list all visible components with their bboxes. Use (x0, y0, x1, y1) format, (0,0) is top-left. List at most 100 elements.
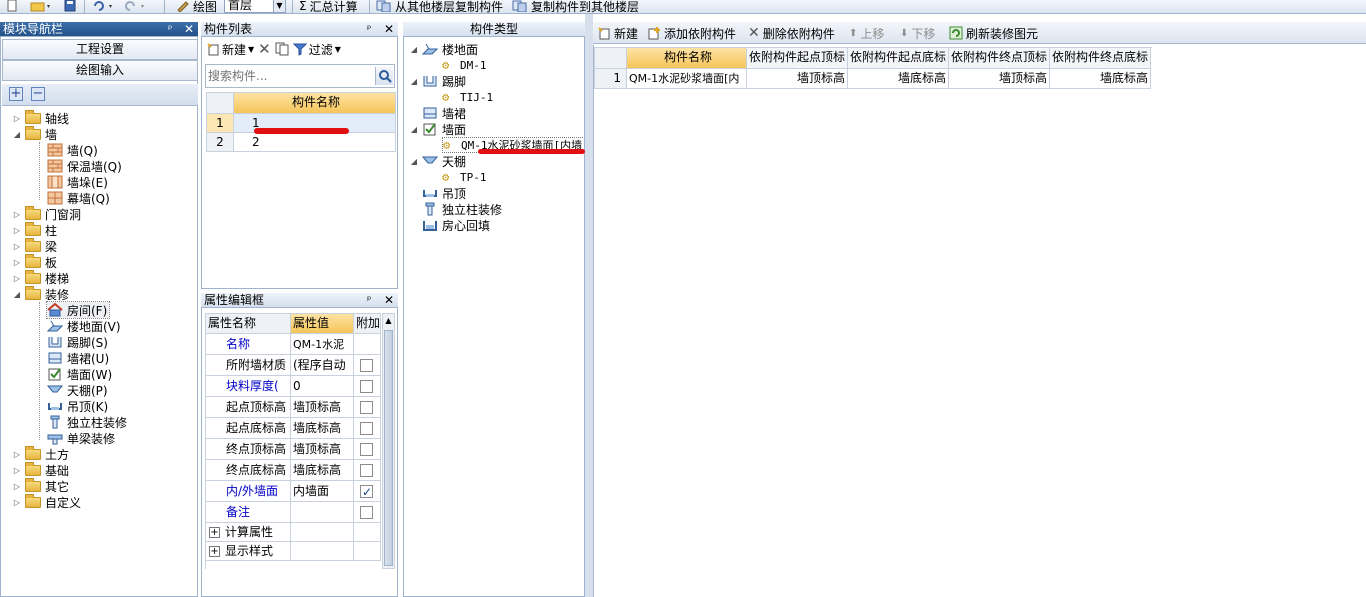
prop-row-value[interactable]: 0 (291, 376, 354, 397)
dependent-column-header[interactable]: 依附构件终点顶标 (949, 48, 1050, 69)
tree-item-column[interactable]: ▷ 柱 (13, 221, 57, 238)
dependent-column-header[interactable]: 依附构件起点顶标 (747, 48, 848, 69)
prop-row-value[interactable]: (程序自动 (291, 355, 354, 376)
expand-icon[interactable]: ▷ (13, 242, 21, 251)
tree-item-wall-q[interactable]: 墙(Q) (47, 142, 98, 158)
scroll-up-icon[interactable]: ▲ (384, 315, 393, 327)
save-icon[interactable] (64, 0, 76, 13)
expand-icon[interactable]: ▷ (13, 210, 21, 219)
pin-icon[interactable]: ᵖ (367, 22, 371, 36)
scroll-thumb[interactable] (384, 330, 393, 566)
tree-item-doorwin[interactable]: ▷ 门窗洞 (13, 205, 81, 222)
column-header-name[interactable]: 构件名称 (234, 93, 396, 114)
prop-group-row[interactable]: + 计算属性 (206, 523, 291, 542)
prop-row-value[interactable]: QM-1水泥 (291, 334, 354, 355)
prop-checkbox[interactable] (360, 443, 373, 456)
prop-row-value[interactable]: 内墙面 (291, 481, 354, 502)
prop-row-value[interactable]: 墙顶标高 (291, 397, 354, 418)
refresh-decor-button[interactable]: 刷新装修图元 (949, 25, 1038, 41)
prop-row-value[interactable] (291, 502, 354, 523)
prop-row-value[interactable]: 墙底标高 (291, 418, 354, 439)
tree-item-room[interactable]: 房间(F) (45, 301, 111, 319)
expand-icon[interactable]: ▷ (13, 482, 21, 491)
tree-item-ceiling[interactable]: 天棚(P) (47, 382, 108, 398)
type-tree-item[interactable]: ◢ 天棚 (410, 153, 466, 169)
type-tree-item[interactable]: ◢ 墙面 (410, 121, 466, 137)
tree-item-dado[interactable]: 墙裙(U) (47, 350, 109, 366)
type-tree-item[interactable]: ◢ 踢脚 (410, 73, 466, 89)
floor-select[interactable]: 首层 ▼ (224, 0, 286, 13)
tree-item-slab[interactable]: ▷ 板 (13, 253, 57, 270)
filter-button[interactable]: 过滤 ▼ (292, 41, 341, 58)
collapse-icon[interactable]: ◢ (410, 45, 418, 54)
tree-item-wall-surface[interactable]: 墙面(W) (47, 366, 112, 382)
tree-item-wall[interactable]: ◢ 墙 (13, 125, 57, 142)
undo-icon[interactable] (92, 0, 116, 13)
collapse-all-icon[interactable]: − (31, 87, 45, 101)
type-tree-item[interactable]: 吊顶 (410, 185, 466, 201)
type-tree-child[interactable]: ⚙ DM-1 (442, 57, 487, 73)
prop-checkbox[interactable] (360, 380, 373, 393)
tree-item-earth[interactable]: ▷ 土方 (13, 445, 69, 462)
search-icon[interactable] (375, 67, 393, 85)
dependent-column-header[interactable]: 依附构件起点底标 (848, 48, 949, 69)
type-tree-item[interactable]: 独立柱装修 (410, 201, 502, 217)
table-row-cell[interactable]: 2 (234, 133, 396, 152)
delete-dependent-button[interactable]: ✕ 删除依附构件 (748, 25, 835, 41)
expand-icon[interactable]: ▷ (13, 274, 21, 283)
tree-item-decor[interactable]: ◢ 装修 (13, 285, 69, 302)
tree-item-foundation[interactable]: ▷ 基础 (13, 461, 69, 478)
open-folder-icon[interactable] (30, 0, 52, 13)
expand-icon[interactable]: ▷ (13, 498, 21, 507)
copy-to-floor-button[interactable]: 复制构件到其他楼层 (512, 0, 639, 13)
collapse-icon[interactable]: ◢ (410, 157, 418, 166)
collapse-icon[interactable]: ◢ (410, 77, 418, 86)
dependent-table-cell[interactable]: 墙顶标高 (747, 69, 848, 89)
collapse-icon[interactable]: ◢ (13, 290, 21, 299)
expand-icon[interactable]: + (209, 527, 220, 538)
dependent-column-header[interactable]: 构件名称 (627, 48, 747, 69)
prop-checkbox[interactable] (360, 359, 373, 372)
component-search-input[interactable] (208, 66, 368, 86)
summary-button[interactable]: Σ 汇总计算 (299, 0, 358, 13)
panel-splitter[interactable] (585, 14, 593, 597)
prop-row-value[interactable]: 墙顶标高 (291, 439, 354, 460)
tree-item-suspended-ceiling[interactable]: 吊顶(K) (47, 398, 108, 414)
collapse-icon[interactable]: ◢ (13, 130, 21, 139)
tree-item-custom[interactable]: ▷ 自定义 (13, 493, 81, 510)
tree-item-beam-decor[interactable]: 单梁装修 (47, 430, 115, 446)
tree-item-column-decor[interactable]: 独立柱装修 (47, 414, 127, 430)
move-down-button[interactable]: ⬇ 下移 (900, 25, 935, 41)
tree-item-skirting[interactable]: 踢脚(S) (47, 334, 108, 350)
tree-item-beam[interactable]: ▷ 梁 (13, 237, 57, 254)
copy-icon[interactable] (275, 42, 289, 56)
prop-checkbox[interactable] (360, 483, 373, 501)
expand-icon[interactable]: + (209, 546, 220, 557)
expand-icon[interactable]: ▷ (13, 114, 21, 123)
type-tree-item[interactable]: ◢ 楼地面 (410, 41, 478, 57)
expand-icon[interactable]: ▷ (13, 258, 21, 267)
tree-item-other[interactable]: ▷ 其它 (13, 477, 69, 494)
tree-item-floor[interactable]: 楼地面(V) (47, 318, 121, 334)
add-dependent-button[interactable]: 添加依附构件 (647, 25, 736, 41)
close-icon[interactable]: ✕ (184, 22, 194, 36)
tree-item-axis[interactable]: ▷ 轴线 (13, 109, 69, 126)
prop-checkbox[interactable] (360, 506, 373, 519)
redo-icon[interactable] (124, 0, 148, 13)
prop-checkbox[interactable] (360, 422, 373, 435)
new-component-button[interactable]: 新建 ▼ (206, 41, 254, 58)
dependent-table-cell[interactable]: 墙底标高 (1050, 69, 1151, 89)
dependent-table-cell[interactable]: 墙底标高 (848, 69, 949, 89)
type-tree-item[interactable]: 墙裙 (410, 105, 466, 121)
pin-icon[interactable]: ᵖ (168, 22, 172, 36)
tree-item-curtain-wall[interactable]: 幕墙(Q) (47, 190, 110, 206)
close-icon[interactable]: ✕ (384, 22, 394, 36)
chevron-down-icon[interactable]: ▼ (273, 0, 285, 12)
copy-from-floor-button[interactable]: 从其他楼层复制构件 (376, 0, 503, 13)
pin-icon[interactable]: ᵖ (367, 293, 371, 307)
dependent-table-cell[interactable]: 墙顶标高 (949, 69, 1050, 89)
dependent-column-header[interactable]: 依附构件终点底标 (1050, 48, 1151, 69)
collapse-icon[interactable]: ◢ (410, 125, 418, 134)
draw-button[interactable]: 绘图 (176, 0, 217, 13)
close-icon[interactable]: ✕ (384, 293, 394, 307)
